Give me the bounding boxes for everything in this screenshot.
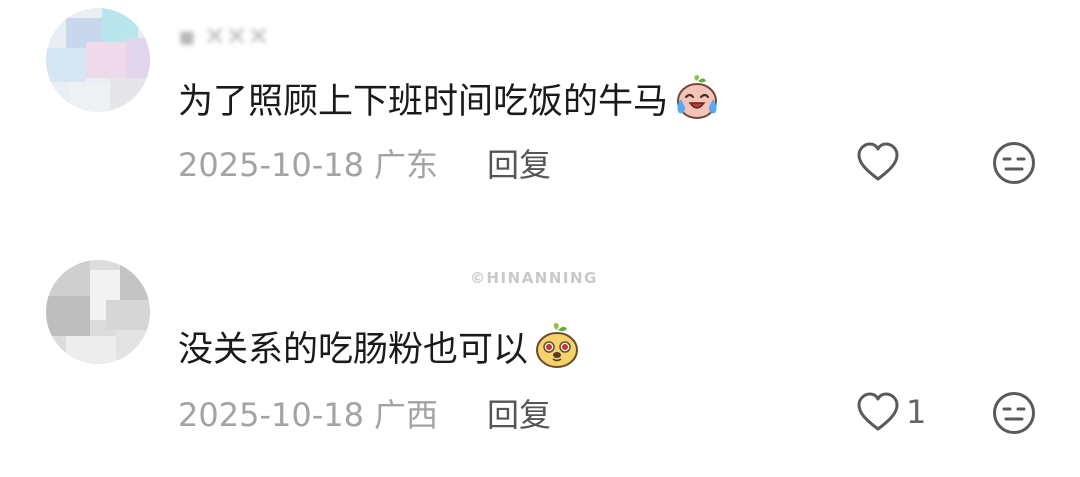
comment-date: 2025-10-18 [178, 396, 364, 434]
avatar[interactable] [46, 260, 150, 364]
like-button[interactable]: 1 [856, 389, 926, 435]
comment-location: 广西 [373, 396, 438, 434]
comment-text: 为了照顾上下班时间吃饭的牛马 [178, 72, 722, 124]
reply-button[interactable]: 回复 [487, 390, 551, 436]
comment-text-content: 没关系的吃肠粉也可以 [178, 329, 529, 370]
like-button[interactable] [856, 139, 906, 185]
dislike-face-icon[interactable] [991, 140, 1037, 186]
smug-face-emoji [536, 323, 579, 368]
comment-item: 没关系的吃肠粉也可以 2025-10-18 广西 回复 1 [0, 250, 1080, 477]
avatar[interactable] [46, 8, 150, 112]
heart-icon [857, 392, 899, 431]
heart-icon [857, 142, 899, 181]
username[interactable]: ▪ ✕✕✕ [178, 22, 269, 52]
comment-location: 广东 [373, 146, 438, 184]
comment-meta: 2025-10-18 广西 [178, 390, 438, 436]
comment-item: ▪ ✕✕✕ 为了照顾上下班时间吃饭的牛马 2025-10-18 广东 回复 [0, 0, 1080, 230]
comment-text: 没关系的吃肠粉也可以 [178, 320, 582, 372]
comment-date: 2025-10-18 [178, 146, 364, 184]
like-count: 1 [906, 393, 927, 431]
dislike-face-icon[interactable] [991, 390, 1037, 436]
crying-laughing-face-emoji [677, 75, 718, 119]
comment-meta: 2025-10-18 广东 [178, 140, 438, 186]
reply-button[interactable]: 回复 [487, 140, 551, 186]
comment-text-content: 为了照顾上下班时间吃饭的牛马 [178, 81, 669, 122]
